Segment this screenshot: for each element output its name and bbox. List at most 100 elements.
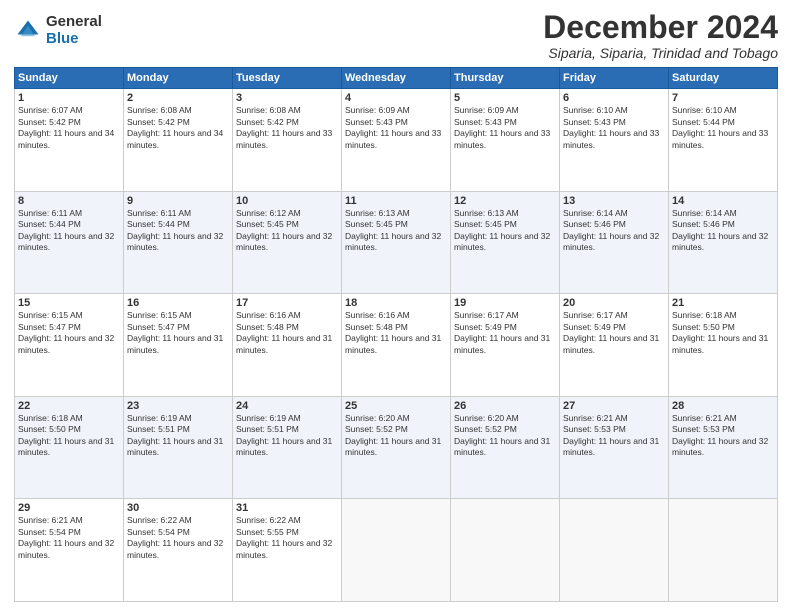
main-title: December 2024	[543, 10, 778, 45]
calendar-day-cell: 1Sunrise: 6:07 AMSunset: 5:42 PMDaylight…	[15, 89, 124, 192]
calendar-day-cell: 19Sunrise: 6:17 AMSunset: 5:49 PMDayligh…	[451, 294, 560, 397]
day-detail: Sunrise: 6:13 AMSunset: 5:45 PMDaylight:…	[345, 208, 447, 254]
calendar-day-cell: 10Sunrise: 6:12 AMSunset: 5:45 PMDayligh…	[233, 191, 342, 294]
day-detail: Sunrise: 6:15 AMSunset: 5:47 PMDaylight:…	[18, 310, 120, 356]
day-number: 9	[127, 195, 229, 207]
calendar-day-cell: 31Sunrise: 6:22 AMSunset: 5:55 PMDayligh…	[233, 499, 342, 602]
calendar-day-cell: 5Sunrise: 6:09 AMSunset: 5:43 PMDaylight…	[451, 89, 560, 192]
day-detail: Sunrise: 6:20 AMSunset: 5:52 PMDaylight:…	[454, 413, 556, 459]
day-detail: Sunrise: 6:16 AMSunset: 5:48 PMDaylight:…	[345, 310, 447, 356]
day-number: 7	[672, 92, 774, 104]
calendar-day-cell: 13Sunrise: 6:14 AMSunset: 5:46 PMDayligh…	[560, 191, 669, 294]
logo-text: General Blue	[46, 14, 102, 47]
day-detail: Sunrise: 6:09 AMSunset: 5:43 PMDaylight:…	[454, 105, 556, 151]
day-number: 14	[672, 195, 774, 207]
calendar-day-cell: 23Sunrise: 6:19 AMSunset: 5:51 PMDayligh…	[124, 396, 233, 499]
subtitle: Siparia, Siparia, Trinidad and Tobago	[543, 45, 778, 61]
calendar-week-row: 29Sunrise: 6:21 AMSunset: 5:54 PMDayligh…	[15, 499, 778, 602]
calendar-day-cell: 25Sunrise: 6:20 AMSunset: 5:52 PMDayligh…	[342, 396, 451, 499]
calendar-week-row: 8Sunrise: 6:11 AMSunset: 5:44 PMDaylight…	[15, 191, 778, 294]
calendar-day-cell: 26Sunrise: 6:20 AMSunset: 5:52 PMDayligh…	[451, 396, 560, 499]
day-number: 30	[127, 502, 229, 514]
calendar-day-cell: 9Sunrise: 6:11 AMSunset: 5:44 PMDaylight…	[124, 191, 233, 294]
calendar-day-cell: 29Sunrise: 6:21 AMSunset: 5:54 PMDayligh…	[15, 499, 124, 602]
calendar-day-cell: 22Sunrise: 6:18 AMSunset: 5:50 PMDayligh…	[15, 396, 124, 499]
day-detail: Sunrise: 6:09 AMSunset: 5:43 PMDaylight:…	[345, 105, 447, 151]
day-detail: Sunrise: 6:07 AMSunset: 5:42 PMDaylight:…	[18, 105, 120, 151]
calendar-day-cell: 7Sunrise: 6:10 AMSunset: 5:44 PMDaylight…	[669, 89, 778, 192]
calendar-day-cell: 21Sunrise: 6:18 AMSunset: 5:50 PMDayligh…	[669, 294, 778, 397]
logo-icon	[14, 17, 42, 45]
calendar-header-cell: Sunday	[15, 68, 124, 89]
day-detail: Sunrise: 6:19 AMSunset: 5:51 PMDaylight:…	[127, 413, 229, 459]
day-number: 10	[236, 195, 338, 207]
day-number: 26	[454, 400, 556, 412]
day-detail: Sunrise: 6:18 AMSunset: 5:50 PMDaylight:…	[18, 413, 120, 459]
day-number: 13	[563, 195, 665, 207]
day-detail: Sunrise: 6:10 AMSunset: 5:44 PMDaylight:…	[672, 105, 774, 151]
day-detail: Sunrise: 6:16 AMSunset: 5:48 PMDaylight:…	[236, 310, 338, 356]
calendar-day-cell	[560, 499, 669, 602]
day-detail: Sunrise: 6:13 AMSunset: 5:45 PMDaylight:…	[454, 208, 556, 254]
day-detail: Sunrise: 6:11 AMSunset: 5:44 PMDaylight:…	[127, 208, 229, 254]
day-number: 25	[345, 400, 447, 412]
day-detail: Sunrise: 6:12 AMSunset: 5:45 PMDaylight:…	[236, 208, 338, 254]
day-number: 3	[236, 92, 338, 104]
calendar-header-cell: Monday	[124, 68, 233, 89]
day-number: 4	[345, 92, 447, 104]
calendar-day-cell: 2Sunrise: 6:08 AMSunset: 5:42 PMDaylight…	[124, 89, 233, 192]
day-number: 18	[345, 297, 447, 309]
calendar-header-cell: Saturday	[669, 68, 778, 89]
day-number: 17	[236, 297, 338, 309]
calendar-day-cell: 15Sunrise: 6:15 AMSunset: 5:47 PMDayligh…	[15, 294, 124, 397]
day-detail: Sunrise: 6:18 AMSunset: 5:50 PMDaylight:…	[672, 310, 774, 356]
day-detail: Sunrise: 6:17 AMSunset: 5:49 PMDaylight:…	[454, 310, 556, 356]
calendar-header-row: SundayMondayTuesdayWednesdayThursdayFrid…	[15, 68, 778, 89]
logo-general: General	[46, 14, 102, 31]
day-detail: Sunrise: 6:14 AMSunset: 5:46 PMDaylight:…	[563, 208, 665, 254]
calendar-body: 1Sunrise: 6:07 AMSunset: 5:42 PMDaylight…	[15, 89, 778, 602]
day-detail: Sunrise: 6:19 AMSunset: 5:51 PMDaylight:…	[236, 413, 338, 459]
calendar-day-cell: 12Sunrise: 6:13 AMSunset: 5:45 PMDayligh…	[451, 191, 560, 294]
calendar-week-row: 15Sunrise: 6:15 AMSunset: 5:47 PMDayligh…	[15, 294, 778, 397]
day-number: 16	[127, 297, 229, 309]
calendar-day-cell	[669, 499, 778, 602]
calendar-day-cell: 28Sunrise: 6:21 AMSunset: 5:53 PMDayligh…	[669, 396, 778, 499]
calendar-day-cell: 24Sunrise: 6:19 AMSunset: 5:51 PMDayligh…	[233, 396, 342, 499]
calendar-day-cell	[451, 499, 560, 602]
day-number: 28	[672, 400, 774, 412]
day-number: 20	[563, 297, 665, 309]
calendar-day-cell	[342, 499, 451, 602]
day-detail: Sunrise: 6:20 AMSunset: 5:52 PMDaylight:…	[345, 413, 447, 459]
day-detail: Sunrise: 6:11 AMSunset: 5:44 PMDaylight:…	[18, 208, 120, 254]
day-detail: Sunrise: 6:21 AMSunset: 5:54 PMDaylight:…	[18, 515, 120, 561]
day-detail: Sunrise: 6:21 AMSunset: 5:53 PMDaylight:…	[672, 413, 774, 459]
calendar-header-cell: Friday	[560, 68, 669, 89]
day-number: 22	[18, 400, 120, 412]
day-number: 21	[672, 297, 774, 309]
calendar-week-row: 1Sunrise: 6:07 AMSunset: 5:42 PMDaylight…	[15, 89, 778, 192]
logo: General Blue	[14, 14, 102, 47]
day-number: 15	[18, 297, 120, 309]
header: General Blue December 2024 Siparia, Sipa…	[14, 10, 778, 61]
calendar-header-cell: Wednesday	[342, 68, 451, 89]
calendar-day-cell: 18Sunrise: 6:16 AMSunset: 5:48 PMDayligh…	[342, 294, 451, 397]
day-number: 8	[18, 195, 120, 207]
day-detail: Sunrise: 6:22 AMSunset: 5:55 PMDaylight:…	[236, 515, 338, 561]
day-number: 11	[345, 195, 447, 207]
day-number: 23	[127, 400, 229, 412]
day-number: 1	[18, 92, 120, 104]
calendar-header-cell: Thursday	[451, 68, 560, 89]
day-number: 19	[454, 297, 556, 309]
day-detail: Sunrise: 6:15 AMSunset: 5:47 PMDaylight:…	[127, 310, 229, 356]
day-detail: Sunrise: 6:21 AMSunset: 5:53 PMDaylight:…	[563, 413, 665, 459]
day-detail: Sunrise: 6:22 AMSunset: 5:54 PMDaylight:…	[127, 515, 229, 561]
calendar-header-cell: Tuesday	[233, 68, 342, 89]
day-number: 27	[563, 400, 665, 412]
calendar: SundayMondayTuesdayWednesdayThursdayFrid…	[14, 67, 778, 602]
calendar-day-cell: 11Sunrise: 6:13 AMSunset: 5:45 PMDayligh…	[342, 191, 451, 294]
day-number: 2	[127, 92, 229, 104]
day-detail: Sunrise: 6:08 AMSunset: 5:42 PMDaylight:…	[236, 105, 338, 151]
day-detail: Sunrise: 6:10 AMSunset: 5:43 PMDaylight:…	[563, 105, 665, 151]
calendar-day-cell: 8Sunrise: 6:11 AMSunset: 5:44 PMDaylight…	[15, 191, 124, 294]
